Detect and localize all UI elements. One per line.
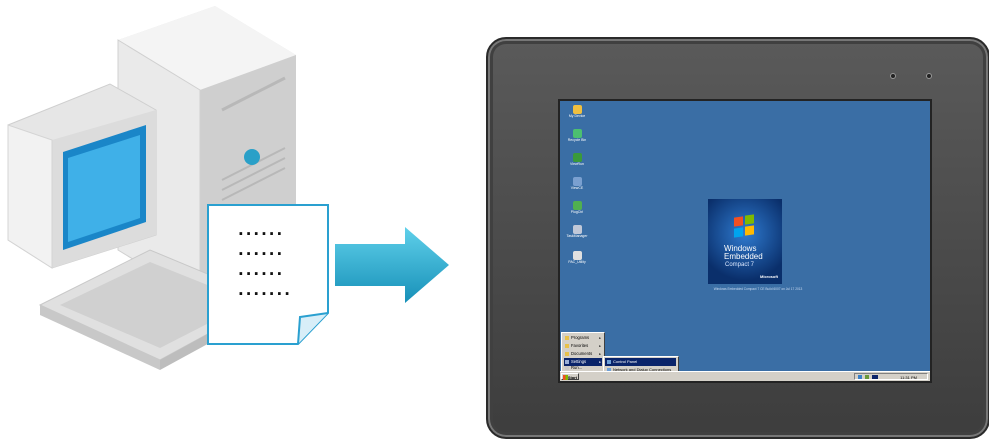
- system-tray: 11:31 PM: [854, 373, 928, 380]
- folder-icon: [565, 336, 569, 340]
- logo-line-2: Embedded: [724, 252, 763, 261]
- recycle-bin-icon: [572, 129, 582, 138]
- volume-tray-icon: [865, 375, 869, 379]
- desktop-icon-pac-utility[interactable]: PAC_Utility: [562, 251, 592, 264]
- device-led: [890, 73, 896, 79]
- start-button[interactable]: Start: [561, 373, 579, 380]
- pc-monitor: [7, 83, 157, 269]
- desktop-icon-task-manager[interactable]: TaskManager: [562, 225, 592, 238]
- start-menu-item-documents[interactable]: Documents ▸: [564, 350, 602, 358]
- taskbar: Start 11:31 PM: [560, 371, 930, 381]
- desktop-icon-label: TaskManager: [566, 234, 588, 238]
- start-menu-label: Run...: [571, 365, 583, 370]
- desktop-icon-viewce[interactable]: ViewCE: [562, 177, 592, 190]
- start-label: Start: [567, 375, 577, 380]
- chevron-right-icon: ▸: [599, 344, 601, 348]
- windows-flag-pane: [734, 227, 743, 238]
- document-text: ...... ...... ...... .......: [206, 203, 330, 346]
- build-text: Windows Embedded Compact 7 CE Build 6007…: [713, 287, 803, 291]
- input-tray-icon: [872, 375, 878, 379]
- desktop-icon-my-device[interactable]: My Device: [562, 105, 592, 118]
- desktop-icon-label: ViewCE: [570, 186, 584, 190]
- microsoft-brand: Microsoft: [760, 274, 778, 279]
- logo-line-3: Compact 7: [725, 262, 755, 268]
- arrow-right-icon: [335, 227, 449, 303]
- desktop-icon-label: PlugCtrl: [570, 210, 584, 214]
- start-menu-item-programs[interactable]: Programs ▸: [564, 334, 602, 342]
- desktop-icon-label: Recycle Bin: [567, 138, 587, 142]
- document-line: ......: [238, 261, 285, 279]
- windows-start-icon: [563, 375, 568, 380]
- desktop-icon-label: PAC_Utility: [568, 260, 586, 264]
- desktop-icon-label: My Device: [568, 114, 586, 118]
- desktop-icon-viewrun[interactable]: ViewRun: [562, 153, 592, 166]
- chevron-right-icon: ▸: [599, 352, 601, 356]
- windows-flag-pane: [745, 214, 754, 225]
- submenu-item-control-panel[interactable]: Control Panel: [605, 358, 676, 366]
- start-menu-label: Documents: [571, 351, 593, 356]
- viewrun-icon: [572, 153, 582, 162]
- plugctrl-icon: [572, 201, 582, 210]
- desktop-icon-label: ViewRun: [570, 162, 584, 166]
- clock[interactable]: 11:31 PM: [900, 375, 917, 380]
- desktop-icon-recycle-bin[interactable]: Recycle Bin: [562, 129, 592, 142]
- pac-utility-icon: [572, 251, 582, 260]
- folder-icon: [565, 352, 569, 356]
- run-icon: [565, 366, 569, 370]
- my-device-icon: [572, 105, 582, 114]
- document-line: .......: [238, 281, 292, 299]
- document-line: ......: [238, 221, 285, 239]
- start-menu: Programs ▸ Favorites ▸ Documents ▸ Setti…: [561, 332, 605, 373]
- document-line: ......: [238, 241, 285, 259]
- touch-panel-device: My Device Recycle Bin ViewRun ViewCE Plu…: [486, 37, 989, 439]
- start-menu-item-favorites[interactable]: Favorites ▸: [564, 342, 602, 350]
- desktop-icon-plugctrl[interactable]: PlugCtrl: [562, 201, 592, 214]
- folder-icon: [565, 344, 569, 348]
- network-tray-icon: [858, 375, 862, 379]
- chevron-right-icon: ▸: [599, 336, 601, 340]
- start-menu-label: Programs: [571, 335, 590, 340]
- submenu-label: Control Panel: [613, 359, 638, 364]
- device-screen: My Device Recycle Bin ViewRun ViewCE Plu…: [558, 99, 932, 383]
- device-led: [926, 73, 932, 79]
- windows-logo-splash: Windows Embedded Compact 7 Microsoft: [708, 199, 782, 284]
- task-manager-icon: [572, 225, 582, 234]
- windows-flag-icon: [734, 216, 743, 227]
- windows-flag-pane: [745, 225, 754, 236]
- start-menu-label: Favorites: [571, 343, 589, 348]
- control-panel-icon: [607, 360, 611, 364]
- viewce-icon: [572, 177, 582, 186]
